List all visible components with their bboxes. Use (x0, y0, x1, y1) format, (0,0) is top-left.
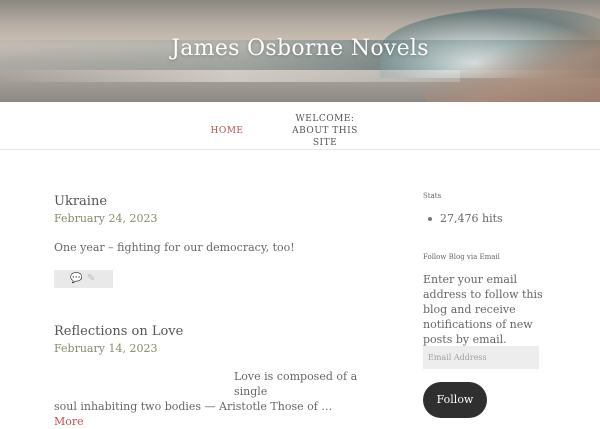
stats-list: 27,476 hits (428, 212, 503, 225)
more-link[interactable]: More (54, 415, 84, 428)
post-date[interactable]: February 24, 2023 (54, 212, 364, 226)
post-meta-bar: 💬 ✎ (54, 270, 113, 288)
follow-widget-title: Follow Blog via Email (423, 253, 500, 261)
post-excerpt: One year – fighting for our democracy, t… (54, 241, 295, 254)
stats-hits: 27,476 hits (440, 212, 503, 225)
post-excerpt-line1: Love is composed of a single (234, 370, 358, 398)
stats-widget-title: Stats (423, 192, 442, 200)
nav-item-home[interactable]: HOME (200, 125, 254, 137)
site-title[interactable]: James Osborne Novels (0, 36, 600, 61)
follow-button[interactable]: Follow (423, 382, 487, 418)
post-title[interactable]: Reflections on Love (54, 324, 364, 340)
email-input[interactable] (423, 346, 539, 369)
follow-description: Enter your email address to follow this … (423, 273, 543, 346)
comment-icon[interactable]: 💬 (70, 273, 82, 284)
nav-item-welcome-about[interactable]: WELCOME: ABOUT THIS SITE (282, 113, 368, 149)
post-excerpt-line2: soul inhabiting two bodies — Aristotle T… (54, 399, 364, 429)
link-icon[interactable]: ✎ (87, 273, 95, 284)
list-bullet (428, 217, 432, 221)
post-ukraine: Ukraine February 24, 2023 One year – fig… (54, 194, 364, 255)
post-date[interactable]: February 14, 2023 (54, 342, 364, 356)
banner-foam (0, 70, 460, 82)
post-reflections-on-love: Reflections on Love February 14, 2023 Lo… (54, 324, 364, 429)
post-title[interactable]: Ukraine (54, 194, 364, 210)
post-excerpt-text: soul inhabiting two bodies — Aristotle T… (54, 400, 333, 413)
main-navigation: HOME WELCOME: ABOUT THIS SITE (0, 102, 600, 150)
header-banner: James Osborne Novels (0, 0, 600, 102)
